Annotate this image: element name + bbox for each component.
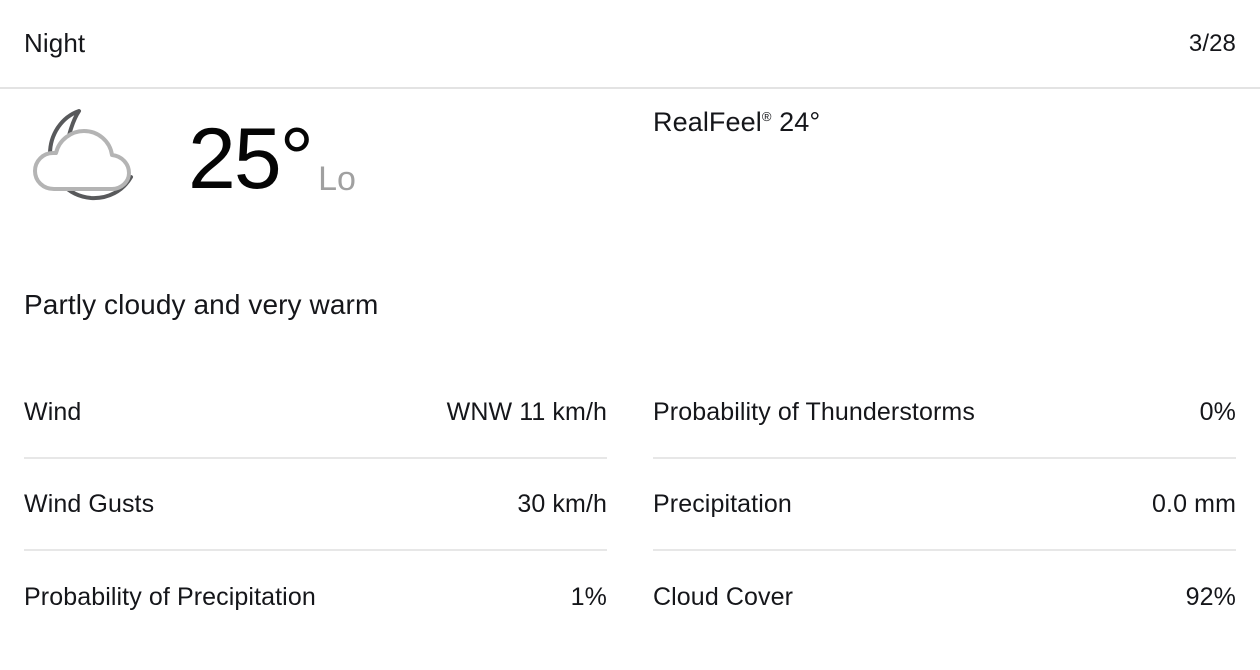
moon-cloud-icon xyxy=(33,109,133,201)
detail-value: 0.0 mm xyxy=(1152,489,1236,518)
detail-row: Wind Gusts 30 km/h xyxy=(24,459,607,551)
detail-label: Probability of Thunderstorms xyxy=(653,397,975,426)
temperature-block: 25° Lo xyxy=(24,101,356,209)
period-label: Night xyxy=(24,28,86,58)
detail-column-right: Probability of Thunderstorms 0% Precipit… xyxy=(653,367,1236,643)
detail-column-left: Wind WNW 11 km/h Wind Gusts 30 km/h Prob… xyxy=(24,367,607,643)
detail-label: Probability of Precipitation xyxy=(24,582,316,611)
realfeel-trademark-icon: ® xyxy=(761,109,772,124)
temperature-value: 25° xyxy=(188,111,314,207)
card-body: 25° Lo RealFeel® 24° Partly cloudy and v… xyxy=(0,89,1260,670)
detail-value: 30 km/h xyxy=(517,489,607,518)
detail-row: Wind WNW 11 km/h xyxy=(24,367,607,459)
detail-row: Probability of Precipitation 1% xyxy=(24,551,607,643)
detail-value: 0% xyxy=(1199,397,1236,426)
card-header: Night 3/28 xyxy=(0,0,1260,89)
temperature-qualifier: Lo xyxy=(318,160,356,198)
realfeel-value: 24° xyxy=(779,107,821,137)
detail-grid: Wind WNW 11 km/h Wind Gusts 30 km/h Prob… xyxy=(0,367,1260,643)
detail-value: 1% xyxy=(570,582,607,611)
detail-value: 92% xyxy=(1185,582,1236,611)
detail-value: WNW 11 km/h xyxy=(446,397,607,426)
realfeel-readout: RealFeel® 24° xyxy=(653,107,820,138)
night-forecast-card: Night 3/28 25° Lo RealFeel® 24° Partly c… xyxy=(0,0,1260,670)
detail-row: Cloud Cover 92% xyxy=(653,551,1236,643)
detail-label: Wind Gusts xyxy=(24,489,155,518)
detail-row: Precipitation 0.0 mm xyxy=(653,459,1236,551)
conditions-panel: 25° Lo RealFeel® 24° xyxy=(0,89,1260,264)
detail-label: Wind xyxy=(24,397,82,426)
forecast-date: 3/28 xyxy=(1188,29,1236,57)
forecast-phrase: Partly cloudy and very warm xyxy=(24,289,379,320)
detail-label: Cloud Cover xyxy=(653,582,794,611)
detail-row: Probability of Thunderstorms 0% xyxy=(653,367,1236,459)
realfeel-label: RealFeel xyxy=(653,107,762,137)
detail-label: Precipitation xyxy=(653,489,792,518)
